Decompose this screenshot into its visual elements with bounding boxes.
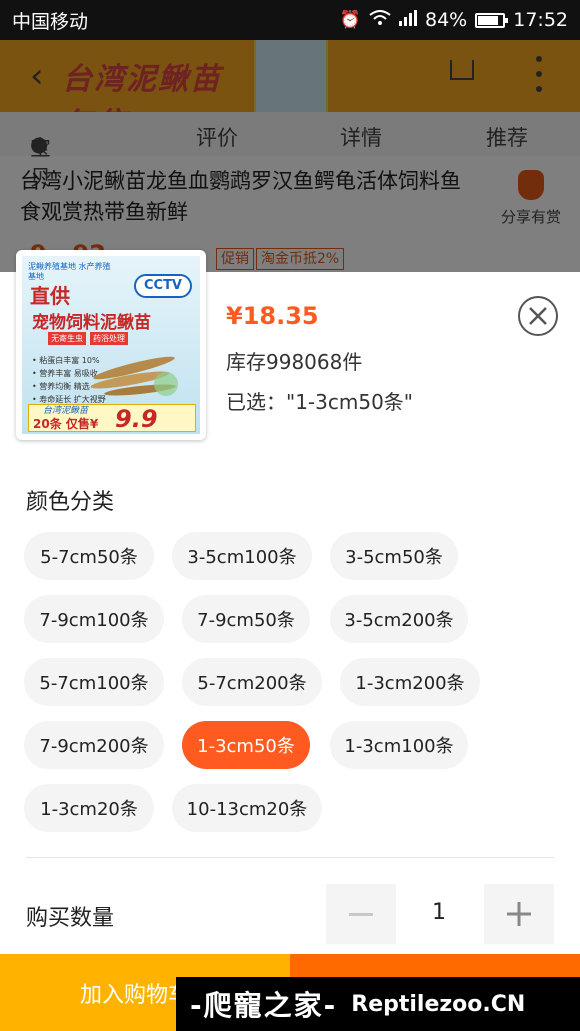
quantity-label: 购买数量 [26,906,115,931]
status-bar: 中国移动 ⏰ 84% 17:52 [0,0,580,40]
cctv-logo: CCTV [134,274,192,298]
quantity-value[interactable]: 1 [410,900,468,925]
sku-option[interactable]: 10-13cm20条 [172,784,322,832]
watermark: -爬寵之家- Reptilezoo.CN [176,977,580,1031]
loach-fish-illustration [90,356,178,396]
sku-option[interactable]: 3-5cm100条 [172,532,312,580]
battery-percent: 84% [425,9,468,31]
sku-option[interactable]: 7-9cm50条 [182,595,310,643]
sku-option[interactable]: 1-3cm200条 [340,658,480,706]
minus-icon [349,912,373,916]
divider [26,857,554,858]
product-image-chip: 药浴处理 [90,332,128,345]
modal-overlay[interactable] [0,40,580,272]
close-icon[interactable] [518,296,558,336]
alarm-icon: ⏰ [339,10,361,30]
sku-option[interactable]: 5-7cm200条 [182,658,322,706]
quantity-increase-button[interactable] [484,884,554,944]
clock: 17:52 [513,9,568,31]
banner-price: 9.9 [115,405,158,433]
banner-count: 20条 仅售¥ [33,417,99,431]
product-image-headline: 直供 [30,284,70,308]
battery-icon [475,12,509,28]
product-image-name: 宠物饲料泥鳅苗 [32,313,151,333]
product-image-top-text: 泥鳅养殖基地 水产养殖基地 [28,262,111,281]
status-right: ⏰ 84% 17:52 [340,9,568,31]
add-to-cart-label: 加入购物车 [80,982,191,1008]
color-category-title: 颜色分类 [26,490,115,515]
sku-option[interactable]: 3-5cm50条 [330,532,458,580]
sku-option-selected[interactable]: 1-3cm50条 [182,721,310,769]
sku-option[interactable]: 1-3cm20条 [24,784,154,832]
wifi-icon [369,9,391,31]
sku-option[interactable]: 7-9cm200条 [24,721,164,769]
sku-sheet: 泥鳅养殖基地 水产养殖基地 直供 CCTV 宠物饲料泥鳅苗 无寄生虫 药浴处理 … [0,250,580,1031]
sku-price: ¥18.35 [226,302,319,330]
signal-icon [399,9,417,31]
sku-option[interactable]: 5-7cm100条 [24,658,164,706]
watermark-en: Reptilezoo.CN [351,991,526,1017]
quantity-decrease-button[interactable] [326,884,396,944]
plus-icon [507,902,531,926]
sku-option[interactable]: 7-9cm100条 [24,595,164,643]
sku-selected: 已选："1-3cm50条" [226,390,413,414]
sku-option[interactable]: 1-3cm100条 [330,721,468,769]
sku-stock: 库存998068件 [226,350,363,374]
product-image-chips: 无寄生虫 药浴处理 [48,332,128,345]
sku-option[interactable]: 5-7cm50条 [24,532,154,580]
sku-option[interactable]: 3-5cm200条 [330,595,468,643]
carrier-name: 中国移动 [12,10,89,33]
watermark-cn: -爬寵之家- [190,989,338,1022]
product-image-banner: 台湾泥鳅苗 20条 仅售¥ 9.9 [28,404,196,433]
product-image: 泥鳅养殖基地 水产养殖基地 直供 CCTV 宠物饲料泥鳅苗 无寄生虫 药浴处理 … [16,250,206,440]
product-image-chip: 无寄生虫 [48,332,86,345]
